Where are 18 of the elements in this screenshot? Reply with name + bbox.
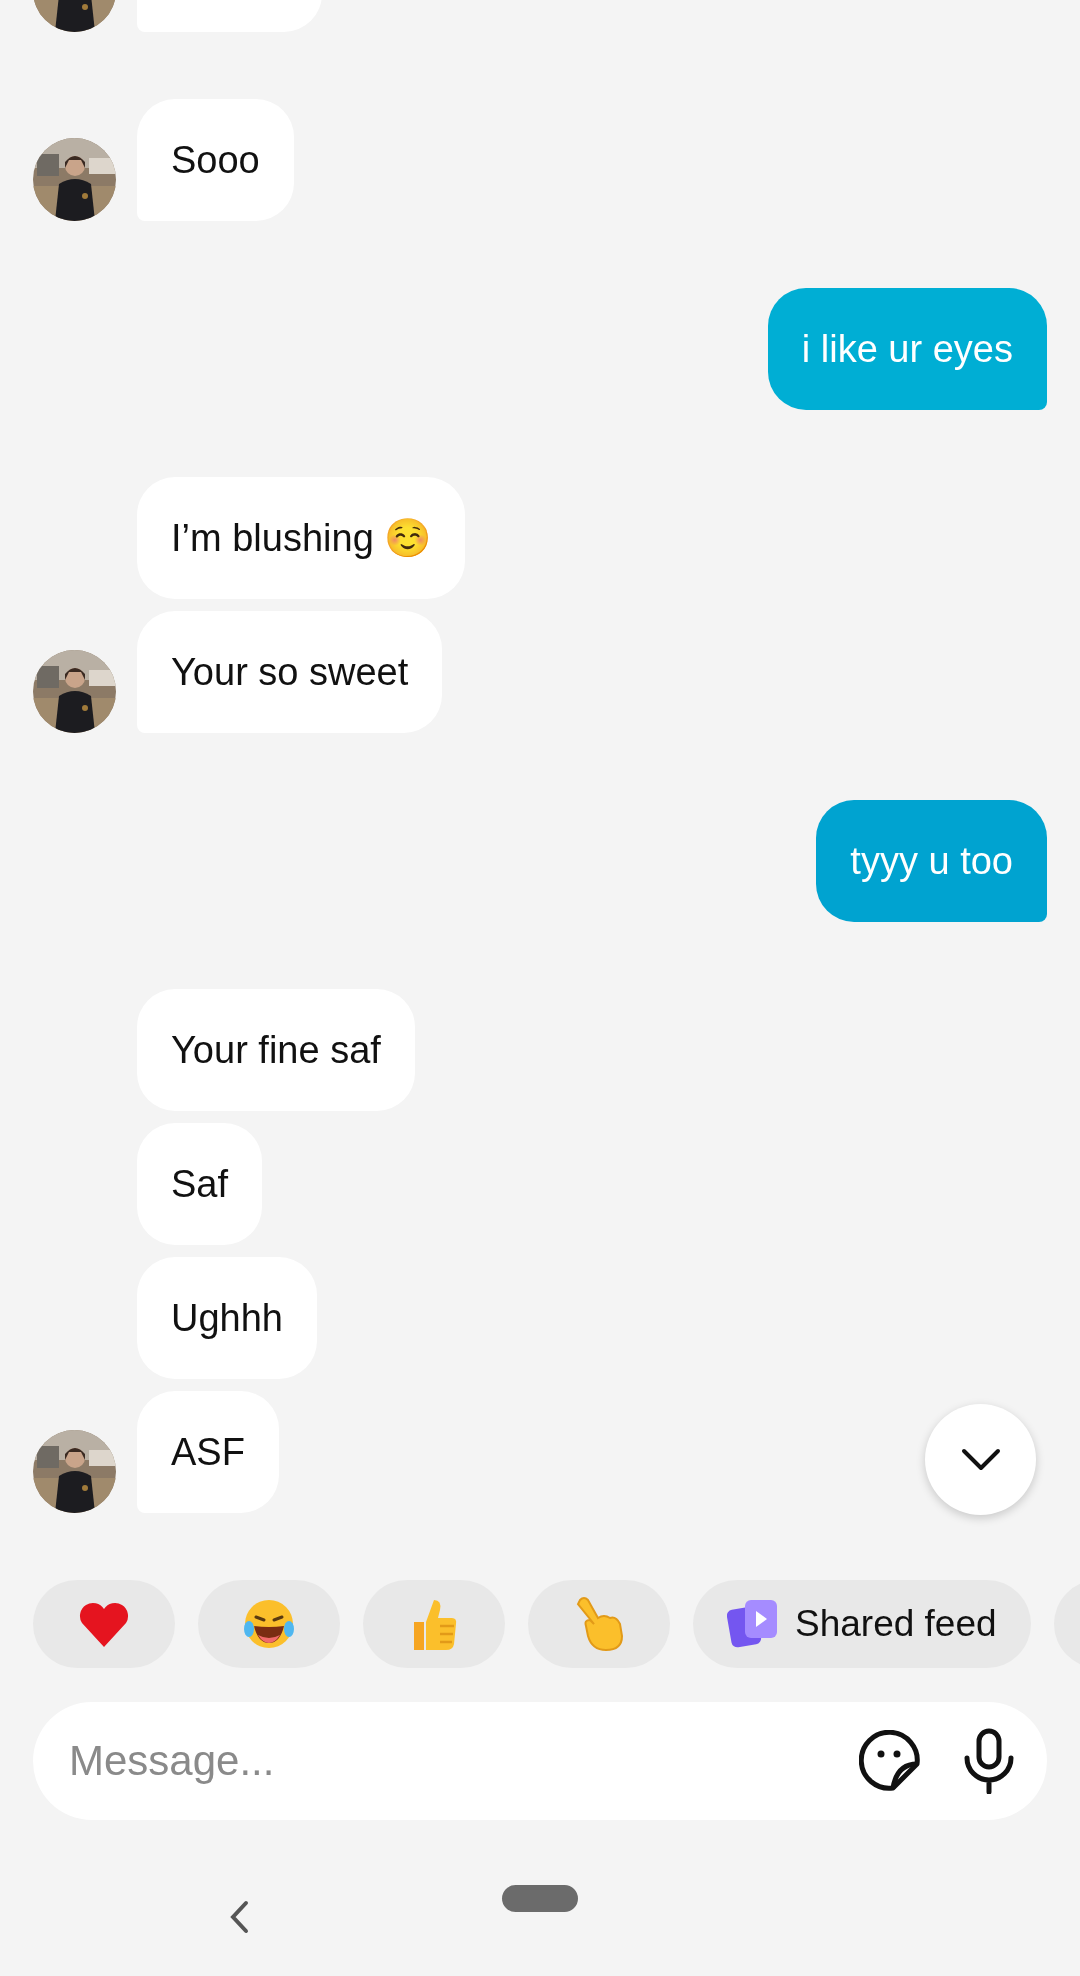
message-bubble: I’m blushing ☺ [137,477,466,599]
home-handle[interactable] [502,1884,578,1912]
message-field[interactable]: Message... [67,1736,819,1786]
shared-feed-chip[interactable]: Shared feed [693,1580,1031,1668]
chevron-down-icon [960,1447,1001,1472]
message-bar[interactable]: Message... [33,1702,1047,1820]
message-bubble: ASF [137,1391,279,1513]
sticker-icon[interactable] [859,1730,921,1792]
message-bubble: i like ur eyes [767,288,1047,410]
message-bubble: Your so sweet [137,611,443,733]
heart-icon [78,1601,130,1647]
message-bubble: Ughhh [137,1257,317,1379]
message-bubble: tyyy u too [816,800,1047,922]
message-bubble: Saf [137,1123,263,1245]
message-bubble: Sooo [137,99,294,221]
laughing-face-icon [242,1597,296,1651]
pointing-hand-icon [574,1596,624,1652]
message-bubble: Your fine saf [137,989,415,1111]
